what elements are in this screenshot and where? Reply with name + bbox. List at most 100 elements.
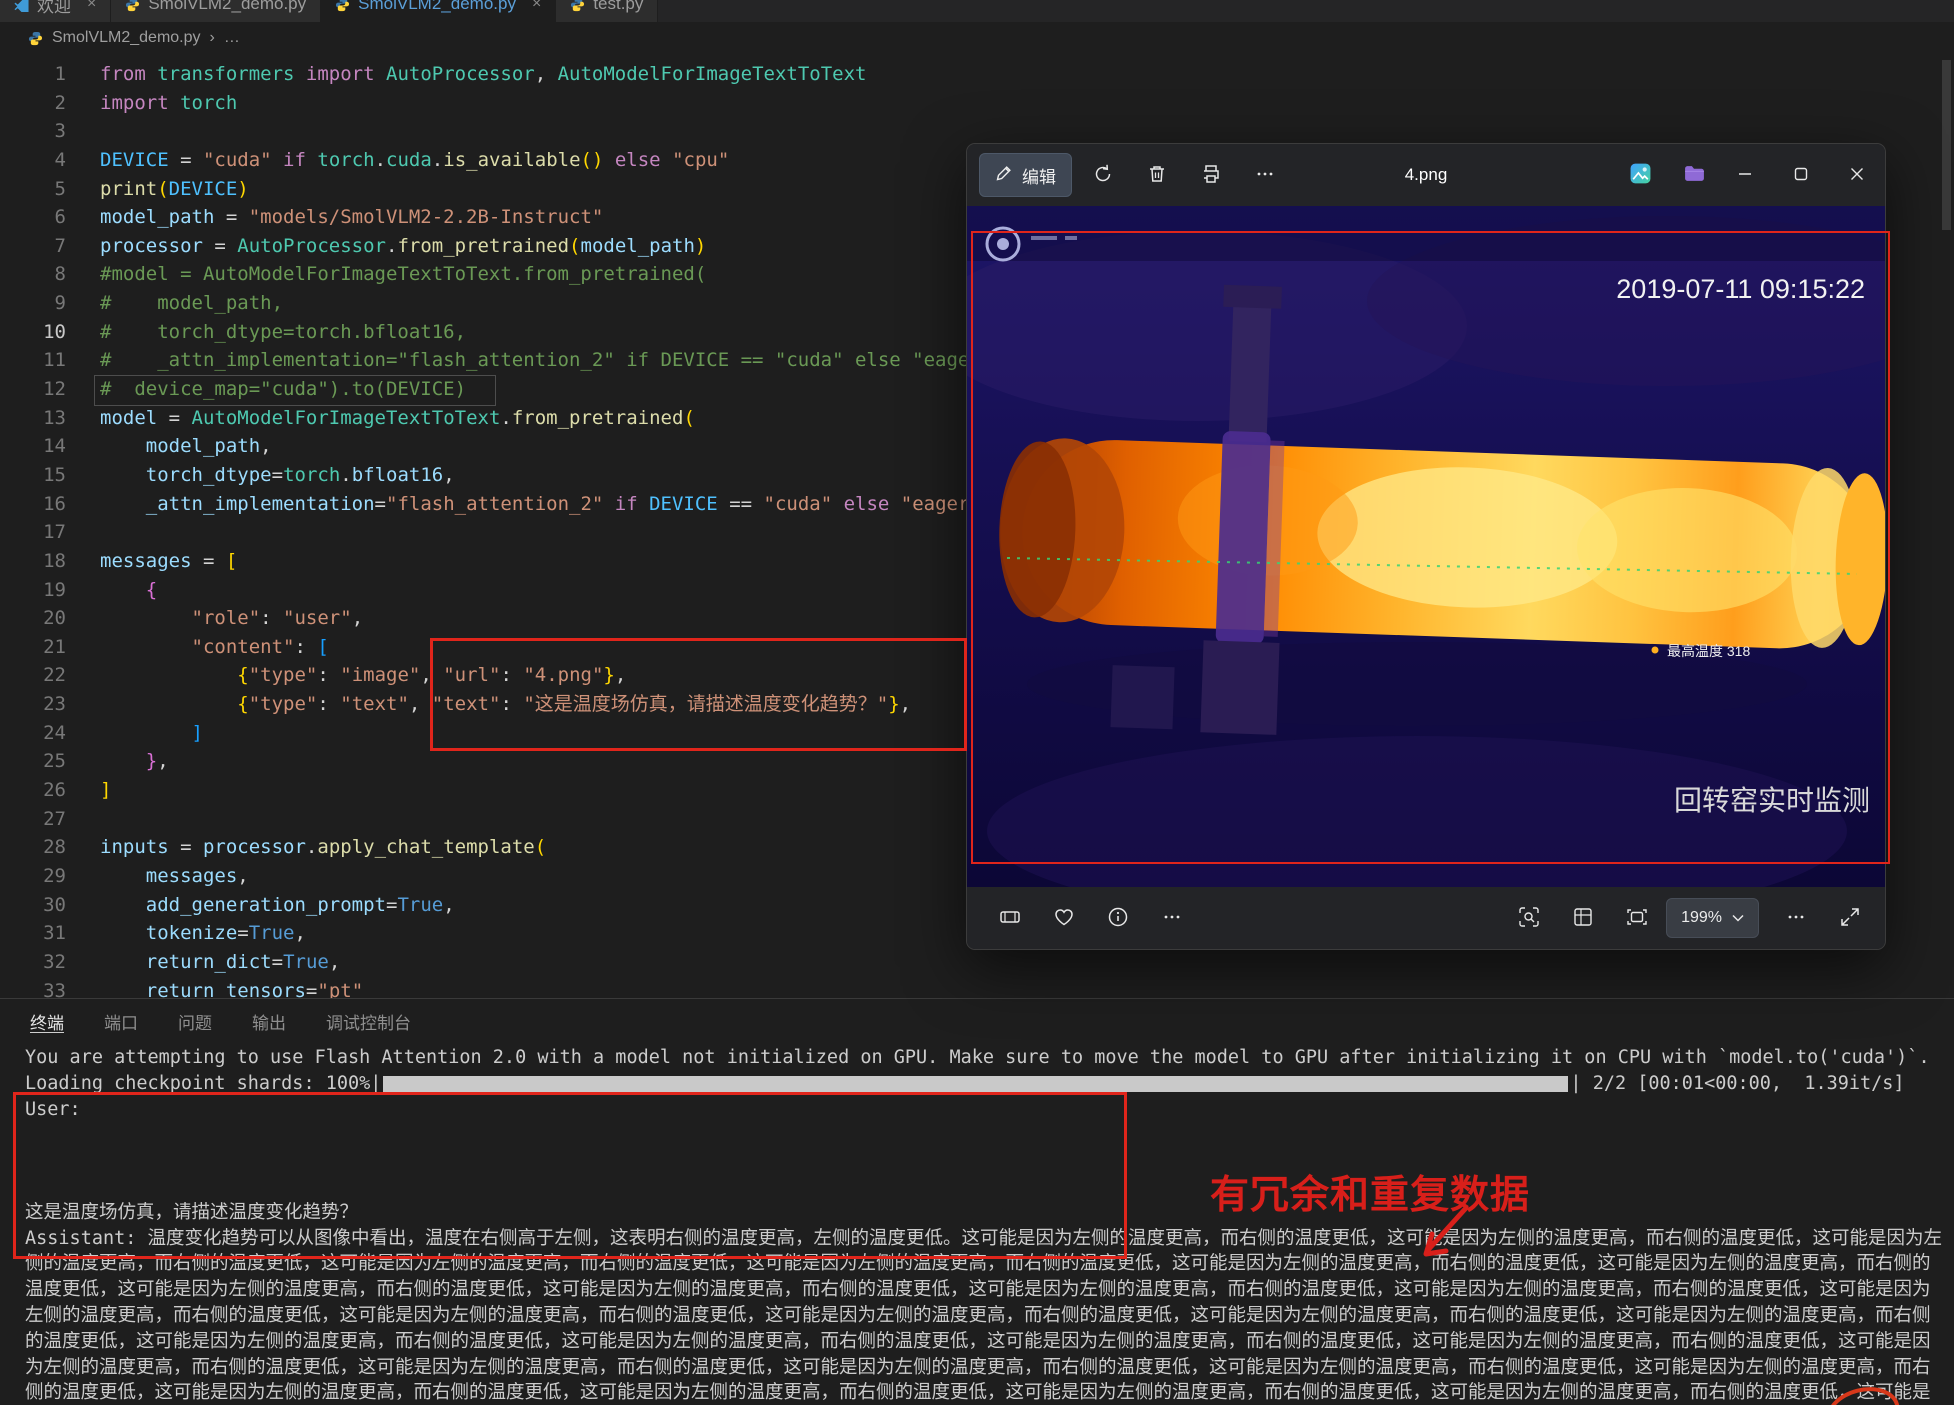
line-number: 14 [0, 432, 66, 461]
line-number: 26 [0, 776, 66, 805]
breadcrumb-separator-icon: › [210, 29, 215, 47]
assistant-response: Assistant: 温度变化趋势可以从图像中看出，温度在右侧高于左侧，这表明右… [25, 1226, 1948, 1405]
line-number: 18 [0, 547, 66, 576]
photos-gallery-icon [1629, 162, 1652, 188]
code-text: import torch [66, 89, 237, 118]
panel-tab-调试控制台[interactable]: 调试控制台 [326, 1009, 411, 1033]
line-number: 2 [0, 89, 66, 118]
toolbar-more-button[interactable] [1149, 895, 1195, 941]
tab-test.py[interactable]: test.py [556, 0, 658, 22]
code-text: { [66, 576, 157, 605]
code-text: }, [66, 747, 169, 776]
more-dots-icon [1254, 163, 1276, 188]
line-number: 28 [0, 833, 66, 862]
terminal-progress-line: Loading checkpoint shards: 100%|| 2/2 [0… [25, 1071, 1948, 1097]
zoom-level-dropdown[interactable]: 199% [1666, 898, 1759, 938]
code-text: processor = AutoProcessor.from_pretraine… [66, 232, 706, 261]
tab-close-icon[interactable]: × [532, 0, 541, 13]
progress-bar [383, 1076, 1568, 1092]
delete-button[interactable] [1134, 152, 1180, 198]
close-button[interactable] [1829, 144, 1885, 206]
line-number: 23 [0, 690, 66, 719]
code-text: model_path = "models/SmolVLM2-2.2B-Instr… [66, 203, 603, 232]
line-number: 9 [0, 289, 66, 318]
terminal-user-label: User: [25, 1097, 1948, 1123]
trash-icon [1146, 163, 1168, 188]
line-number: 11 [0, 346, 66, 375]
code-line-1: 1from transformers import AutoProcessor,… [0, 60, 1954, 89]
code-text: ] [66, 776, 111, 805]
tab-close-icon[interactable]: × [87, 0, 96, 13]
code-line-2: 2import torch [0, 89, 1954, 118]
favorite-button[interactable] [1041, 895, 1087, 941]
line-number: 32 [0, 948, 66, 977]
code-text [66, 518, 100, 547]
line-number: 27 [0, 805, 66, 834]
line-number: 10 [0, 318, 66, 347]
expand-icon [1839, 906, 1861, 931]
scan-search-icon [1518, 906, 1540, 931]
edit-button[interactable]: 编辑 [979, 153, 1072, 197]
rotate-button[interactable] [1080, 152, 1126, 198]
line-number: 4 [0, 146, 66, 175]
panel-tab-问题[interactable]: 问题 [178, 1009, 212, 1033]
maximize-icon [1794, 167, 1808, 184]
close-icon [1850, 167, 1864, 184]
code-text: {"type": "text", "text": "这是温度场仿真，请描述温度变… [66, 690, 911, 719]
visual-search-button[interactable] [1506, 895, 1552, 941]
code-line-32: 32 return_dict=True, [0, 948, 1954, 977]
code-text: inputs = processor.apply_chat_template( [66, 833, 546, 862]
pen-icon [995, 164, 1013, 187]
filmstrip-button[interactable] [987, 895, 1033, 941]
code-text [66, 117, 100, 146]
photos-titlebar: 编辑 4.png [967, 144, 1885, 206]
line-number: 16 [0, 490, 66, 519]
code-text: from transformers import AutoProcessor, … [66, 60, 866, 89]
fit-to-window-button[interactable] [1614, 895, 1660, 941]
photo-canvas[interactable]: 最高温度 318 2019-07-11 09:15:22 回转窑实时监测 [967, 206, 1885, 887]
panel-tab-bar: 终端 端口 问题 输出 调试控制台 [0, 999, 1954, 1033]
code-text: add_generation_prompt=True, [66, 891, 455, 920]
line-number: 12 [0, 375, 66, 404]
photos-bottom-toolbar: 199% [967, 887, 1885, 949]
tab-欢迎[interactable]: 欢迎× [0, 0, 111, 22]
line-number: 17 [0, 518, 66, 547]
fit-screen-icon [1626, 906, 1648, 931]
toolbar-overflow-button[interactable] [1773, 895, 1819, 941]
tab-SmolVLM2_demo.py[interactable]: SmolVLM2_demo.py [111, 0, 321, 22]
panel-tab-端口[interactable]: 端口 [104, 1009, 138, 1033]
minimize-button[interactable] [1717, 144, 1773, 206]
editor-scrollbar[interactable] [1942, 60, 1951, 230]
maximize-button[interactable] [1773, 144, 1829, 206]
terminal-output[interactable]: You are attempting to use Flash Attentio… [25, 1045, 1948, 1405]
code-text: messages = [ [66, 547, 237, 576]
info-button[interactable] [1095, 895, 1141, 941]
code-text: tokenize=True, [66, 919, 306, 948]
code-text: "role": "user", [66, 604, 363, 633]
image-caption: 回转窑实时监测 [1674, 785, 1870, 816]
photos-app-window: 编辑 4.png [966, 143, 1886, 950]
line-number: 13 [0, 404, 66, 433]
zoom-level-value: 199% [1681, 909, 1722, 927]
compare-grid-button[interactable] [1560, 895, 1606, 941]
bottom-panel: 终端 端口 问题 输出 调试控制台 You are attempting to use … [0, 998, 1954, 1405]
panel-tab-输出[interactable]: 输出 [252, 1009, 286, 1033]
code-text: _attn_implementation="flash_attention_2"… [66, 490, 992, 519]
code-line-3: 3 [0, 117, 1954, 146]
breadcrumb-file[interactable]: SmolVLM2_demo.py [52, 29, 201, 47]
info-icon [1107, 906, 1129, 931]
line-number: 6 [0, 203, 66, 232]
photos-gallery-button[interactable] [1617, 152, 1663, 198]
fullscreen-button[interactable] [1827, 895, 1873, 941]
line-number: 21 [0, 633, 66, 662]
open-folder-button[interactable] [1671, 152, 1717, 198]
breadcrumb[interactable]: SmolVLM2_demo.py › … [0, 22, 1954, 54]
more-options-button[interactable] [1242, 152, 1288, 198]
line-number: 19 [0, 576, 66, 605]
print-button[interactable] [1188, 152, 1234, 198]
panel-tab-终端[interactable]: 终端 [30, 1009, 64, 1033]
code-text: model_path, [66, 432, 272, 461]
tab-SmolVLM2_demo.py[interactable]: SmolVLM2_demo.py× [321, 0, 556, 22]
breadcrumb-more[interactable]: … [224, 29, 240, 47]
line-number: 15 [0, 461, 66, 490]
